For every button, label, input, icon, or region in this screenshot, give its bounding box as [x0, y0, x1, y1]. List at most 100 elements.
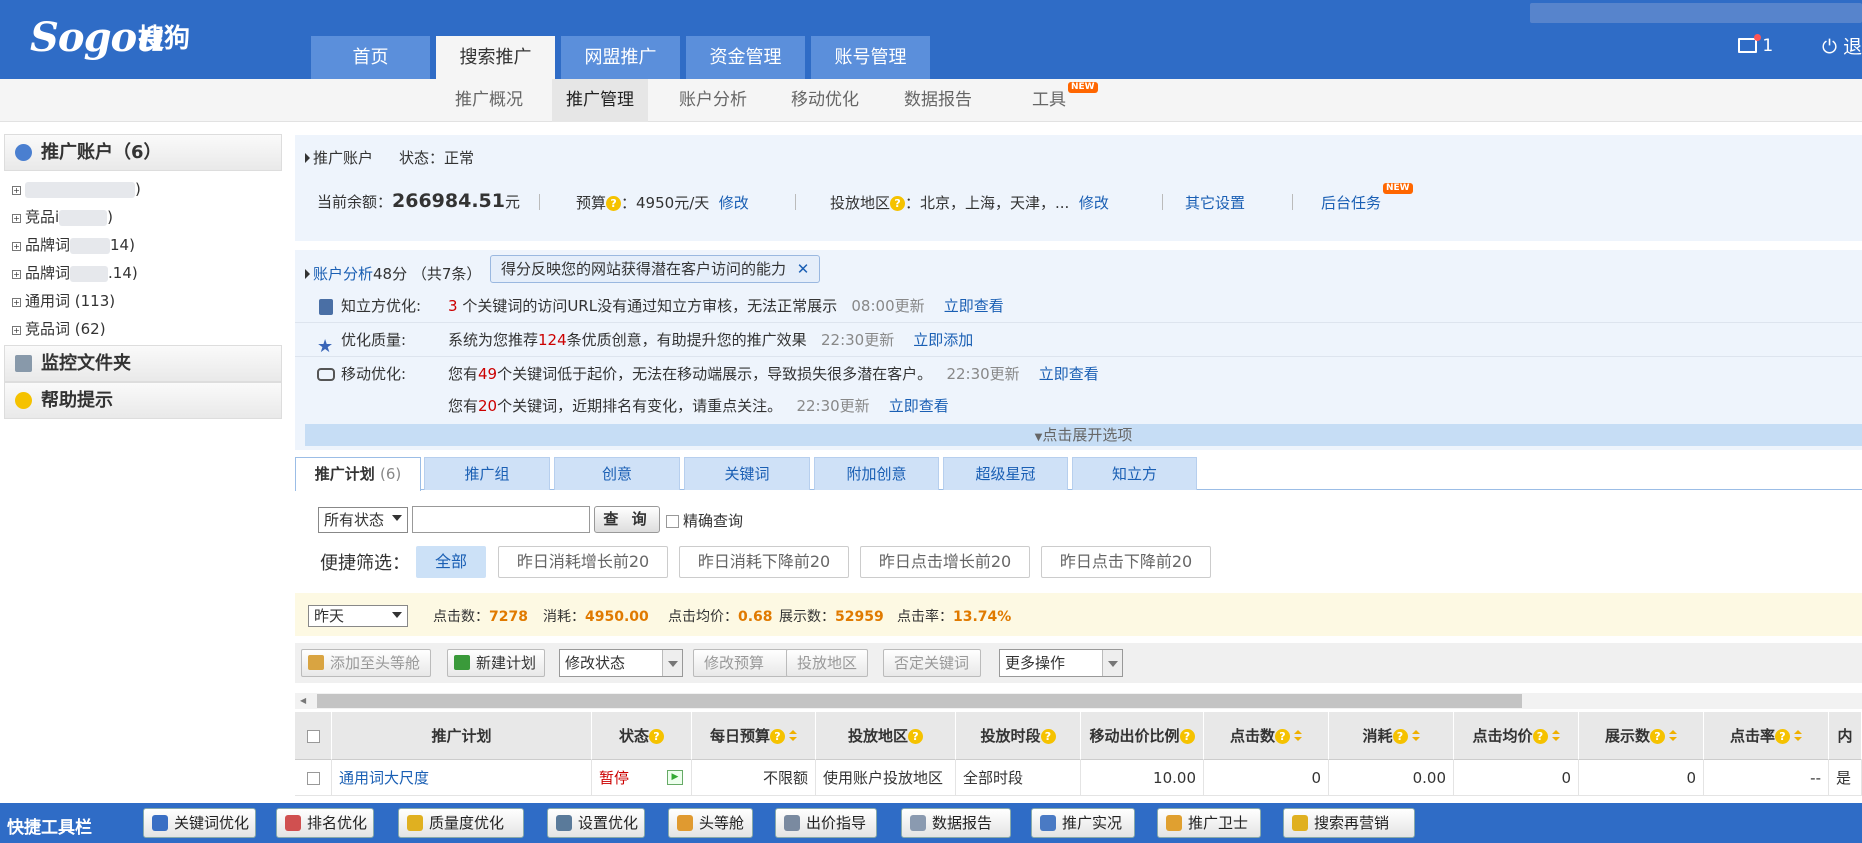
other-settings-link[interactable]: 其它设置 [1185, 192, 1245, 213]
tab-keywords[interactable]: 关键词 [684, 457, 810, 490]
row-action-link[interactable]: 立即查看 [1039, 365, 1099, 383]
quick-rank-opt-button[interactable]: 排名优化 [276, 808, 374, 838]
col-header-budget[interactable]: 每日预算? [692, 712, 816, 760]
expand-icon[interactable]: + [12, 270, 21, 279]
quick-quality-opt-button[interactable]: 质量度优化 [398, 808, 524, 838]
more-actions-dropdown[interactable]: 更多操作 [999, 649, 1123, 677]
sort-icon[interactable] [1294, 730, 1302, 742]
search-input[interactable] [412, 506, 590, 533]
help-icon[interactable]: ? [1532, 729, 1548, 744]
background-tasks-link[interactable]: 后台任务 [1321, 192, 1381, 213]
analysis-title-link[interactable]: 账户分析 [313, 265, 373, 283]
quick-filter-cost-up[interactable]: 昨日消耗增长前20 [498, 546, 668, 578]
budget-edit-link[interactable]: 修改 [719, 194, 749, 212]
plan-name-link[interactable]: 通用词大尺度 [332, 760, 592, 796]
col-header-ctr[interactable]: 点击率? [1704, 712, 1829, 760]
nav-tab-search-promo[interactable]: 搜索推广 [436, 36, 555, 79]
col-header-impressions[interactable]: 展示数? [1579, 712, 1704, 760]
query-button[interactable]: 查 询 [594, 506, 660, 533]
header-select-all[interactable] [295, 712, 332, 760]
help-icon[interactable]: ? [1775, 729, 1790, 744]
quick-filter-cost-down[interactable]: 昨日消耗下降前20 [679, 546, 849, 578]
nav-tab-funds[interactable]: 资金管理 [686, 36, 805, 79]
help-icon[interactable]: ? [1179, 729, 1195, 744]
tree-item[interactable]: + 品牌词 .14) [12, 259, 282, 287]
quick-data-report-button[interactable]: 数据报告 [901, 808, 1011, 838]
nav-tab-home[interactable]: 首页 [311, 36, 430, 79]
subnav-management[interactable]: 推广管理 [552, 79, 648, 122]
region-button[interactable]: 投放地区 [786, 649, 868, 677]
nav-tab-account[interactable]: 账号管理 [811, 36, 930, 79]
sidebar-monitor-header[interactable]: 监控文件夹 [4, 345, 282, 382]
new-plan-button[interactable]: 新建计划 [447, 649, 545, 677]
checkbox-icon[interactable] [666, 515, 679, 528]
help-icon[interactable]: ? [890, 196, 906, 211]
col-header-time[interactable]: 投放时段? [956, 712, 1081, 760]
help-icon[interactable]: ? [649, 729, 664, 744]
help-icon[interactable]: ? [1392, 729, 1408, 744]
sort-icon[interactable] [1551, 730, 1560, 742]
quick-guard-button[interactable]: 推广卫士 [1157, 808, 1261, 838]
close-icon[interactable]: ✕ [797, 260, 810, 278]
tree-item[interactable]: + 通用词 (113) [12, 287, 282, 315]
quick-keyword-opt-button[interactable]: 关键词优化 [143, 808, 256, 838]
tab-zhilifang[interactable]: 知立方 [1072, 457, 1197, 490]
quick-filter-click-up[interactable]: 昨日点击增长前20 [860, 546, 1030, 578]
sidebar-accounts-header[interactable]: 推广账户（6） [4, 134, 282, 171]
sort-icon[interactable] [1794, 730, 1802, 742]
tab-plans[interactable]: 推广计划 (6) [295, 457, 421, 491]
tab-creatives[interactable]: 创意 [554, 457, 680, 490]
add-to-top-button[interactable]: 添加至头等舱 [301, 649, 431, 677]
col-header-plan[interactable]: 推广计划 [332, 712, 592, 760]
tab-extra-creatives[interactable]: 附加创意 [814, 457, 939, 490]
subnav-mobile-opt[interactable]: 移动优化 [777, 79, 873, 122]
status-select[interactable]: 所有状态 [318, 507, 408, 533]
quick-live-view-button[interactable]: 推广实况 [1031, 808, 1135, 838]
col-header-mobile-ratio[interactable]: 移动出价比例? [1081, 712, 1204, 760]
expand-icon[interactable]: + [12, 298, 21, 307]
help-icon[interactable]: ? [606, 196, 622, 211]
help-icon[interactable]: ? [1040, 729, 1056, 744]
sort-icon[interactable] [789, 730, 797, 742]
help-icon[interactable]: ? [1275, 729, 1290, 744]
row-action-link[interactable]: 立即添加 [913, 331, 973, 349]
tab-super-crown[interactable]: 超级星冠 [943, 457, 1068, 490]
tree-item[interactable]: + 品牌词 14) [12, 231, 282, 259]
exact-query-checkbox[interactable]: 精确查询 [666, 510, 743, 531]
tree-item[interactable]: +) [12, 175, 282, 203]
nav-tab-union-promo[interactable]: 网盟推广 [561, 36, 680, 79]
scrollbar-thumb[interactable] [317, 694, 1522, 708]
checkbox-icon[interactable] [306, 730, 320, 743]
col-header-region[interactable]: 投放地区? [816, 712, 956, 760]
row-action-link[interactable]: 立即查看 [944, 297, 1004, 315]
horizontal-scrollbar[interactable]: ◀ [295, 693, 1862, 709]
modify-status-dropdown[interactable]: 修改状态 [559, 649, 683, 677]
sort-icon[interactable] [1669, 730, 1677, 742]
play-icon[interactable]: ▶ [667, 770, 683, 785]
quick-filter-all[interactable]: 全部 [416, 546, 486, 578]
subnav-account-analysis[interactable]: 账户分析 [665, 79, 761, 122]
tab-groups[interactable]: 推广组 [424, 457, 550, 490]
expand-icon[interactable]: + [12, 242, 21, 251]
quick-settings-opt-button[interactable]: 设置优化 [547, 808, 645, 838]
quick-bid-guide-button[interactable]: 出价指导 [775, 808, 877, 838]
checkbox-icon[interactable] [306, 772, 320, 785]
negative-keyword-button[interactable]: 否定关键词 [883, 649, 981, 677]
col-header-clicks[interactable]: 点击数? [1204, 712, 1329, 760]
col-header-cost[interactable]: 消耗? [1329, 712, 1454, 760]
expand-options-bar[interactable]: ▼点击展开选项 [305, 424, 1862, 446]
tree-item[interactable]: + 竞品i) [12, 203, 282, 231]
region-edit-link[interactable]: 修改 [1079, 194, 1109, 212]
period-select[interactable]: 昨天 [308, 605, 408, 627]
sort-icon[interactable] [1411, 730, 1420, 742]
help-icon[interactable]: ? [908, 729, 923, 744]
col-header-status[interactable]: 状态? [592, 712, 692, 760]
mail-button[interactable]: 1 [1738, 34, 1773, 56]
quick-first-class-button[interactable]: 头等舱 [668, 808, 753, 838]
tree-item[interactable]: + 竞品词 (62) [12, 315, 282, 343]
scroll-left-icon[interactable]: ◀ [300, 696, 306, 705]
help-icon[interactable]: ? [770, 729, 785, 744]
quick-filter-click-down[interactable]: 昨日点击下降前20 [1041, 546, 1211, 578]
expand-icon[interactable]: + [12, 214, 21, 223]
expand-icon[interactable]: + [12, 326, 21, 335]
